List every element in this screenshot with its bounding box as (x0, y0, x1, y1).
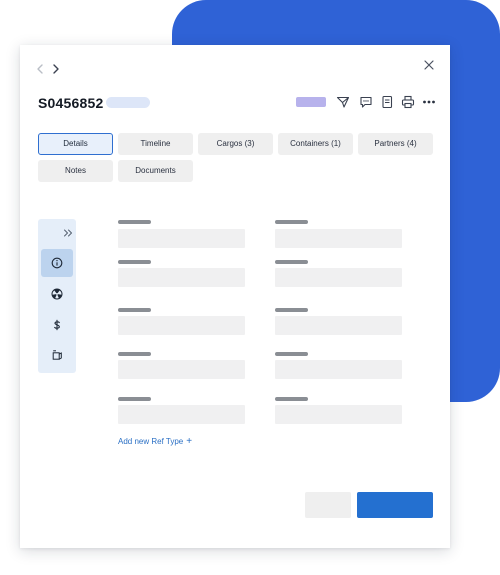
chevron-left-icon (37, 64, 43, 74)
print-icon (401, 95, 415, 109)
next-record-button[interactable] (49, 62, 63, 76)
comment-button[interactable] (359, 95, 373, 109)
field-input[interactable] (275, 316, 402, 335)
expand-rail-button[interactable] (63, 224, 73, 237)
status-badge (296, 97, 326, 107)
rail-item-hazard[interactable] (41, 280, 73, 308)
field-label (118, 260, 151, 264)
field-label (275, 220, 308, 224)
field-input[interactable] (275, 360, 402, 379)
hazard-icon (51, 288, 63, 300)
rail-item-charges[interactable] (41, 311, 73, 339)
add-ref-type-link[interactable]: Add new Ref Type + (118, 436, 192, 447)
close-icon (424, 60, 434, 70)
send-button[interactable] (336, 95, 350, 109)
notebook-icon (382, 95, 393, 109)
more-options-button[interactable] (422, 95, 436, 109)
record-tag-pill (106, 97, 150, 108)
close-button[interactable] (422, 58, 436, 72)
field-label (118, 220, 151, 224)
field-label (118, 397, 151, 401)
section-side-rail (38, 219, 76, 373)
field-input[interactable] (275, 405, 402, 424)
tab-notes[interactable]: Notes (38, 160, 113, 182)
tab-details[interactable]: Details (38, 133, 113, 155)
send-icon (336, 96, 350, 108)
record-id-title: S0456852 (38, 95, 104, 111)
box-icon (52, 350, 62, 360)
field-input[interactable] (118, 268, 245, 287)
field-input[interactable] (118, 360, 245, 379)
double-chevron-right-icon (64, 229, 72, 237)
tab-containers[interactable]: Containers (1) (278, 133, 353, 155)
field-label (118, 352, 151, 356)
previous-record-button[interactable] (33, 62, 47, 76)
field-label (275, 260, 308, 264)
save-button[interactable] (357, 492, 433, 518)
print-button[interactable] (401, 95, 415, 109)
field-input[interactable] (118, 316, 245, 335)
add-ref-type-label: Add new Ref Type (118, 437, 184, 446)
notebook-button[interactable] (380, 95, 394, 109)
field-label (275, 397, 308, 401)
plus-icon: + (186, 436, 193, 447)
chevron-right-icon (53, 64, 59, 74)
cancel-button[interactable] (305, 492, 351, 518)
field-label (118, 308, 151, 312)
more-icon (423, 100, 435, 104)
tab-partners[interactable]: Partners (4) (358, 133, 433, 155)
dollar-icon (54, 319, 60, 331)
tab-documents[interactable]: Documents (118, 160, 193, 182)
field-label (275, 308, 308, 312)
field-input[interactable] (275, 229, 402, 248)
field-label (275, 352, 308, 356)
comment-icon (360, 96, 372, 108)
tab-timeline[interactable]: Timeline (118, 133, 193, 155)
field-input[interactable] (118, 229, 245, 248)
shipment-detail-panel: S0456852 Details Timeline Cargos (3) Con… (20, 45, 450, 548)
field-input[interactable] (275, 268, 402, 287)
rail-item-equipment[interactable] (41, 341, 73, 369)
info-icon (51, 257, 63, 269)
tab-cargos[interactable]: Cargos (3) (198, 133, 273, 155)
field-input[interactable] (118, 405, 245, 424)
rail-item-info[interactable] (41, 249, 73, 277)
